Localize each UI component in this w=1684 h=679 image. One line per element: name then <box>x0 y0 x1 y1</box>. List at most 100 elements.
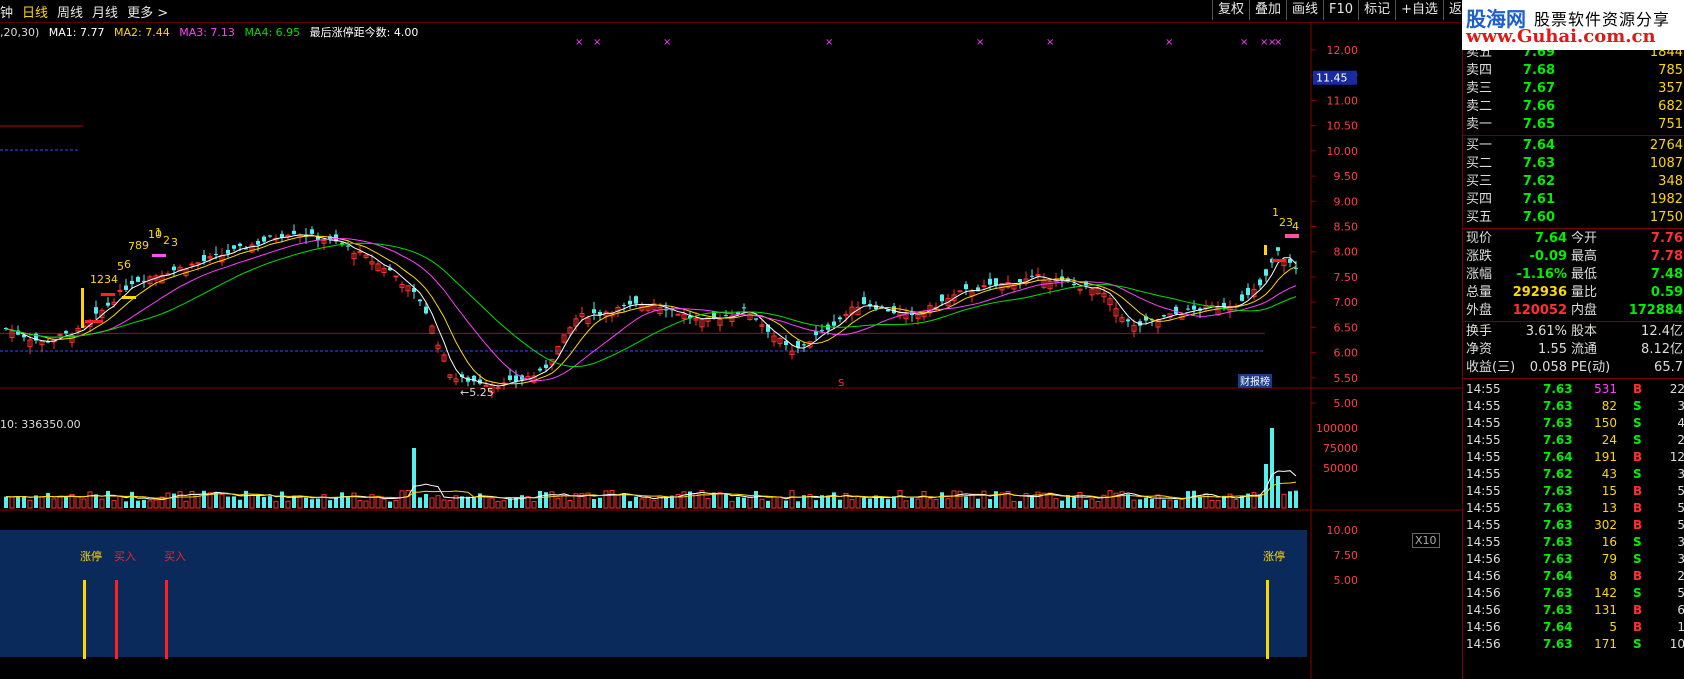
tick-row[interactable]: 14:55 7.63 150 S 4 <box>1463 414 1684 432</box>
tick-price: 7.63 <box>1543 433 1573 447</box>
count-label: 2 <box>1279 216 1286 229</box>
tick-row[interactable]: 14:56 7.64 8 B 2 <box>1463 567 1684 585</box>
tick-row[interactable]: 14:55 7.63 24 S 2 <box>1463 431 1684 449</box>
candle-body <box>538 368 542 371</box>
ask-row[interactable]: 卖一 7.65 751 <box>1463 116 1684 134</box>
tick-row[interactable]: 14:55 7.64 191 B 12 <box>1463 448 1684 466</box>
volume-bar <box>766 500 770 508</box>
volume-bar <box>1215 499 1221 509</box>
fundamental-row[interactable]: 换手 3.61% 股本 12.4亿 <box>1463 323 1684 341</box>
ask-row[interactable]: 卖五 7.69 1844 <box>1463 50 1684 62</box>
volume-bar <box>268 496 272 508</box>
period-tab-1[interactable]: 日线 <box>22 2 48 21</box>
candle-body <box>892 306 896 314</box>
bid-label: 买五 <box>1466 210 1493 225</box>
quote-value: 7.48 <box>1650 267 1683 282</box>
tick-side: B <box>1633 518 1643 532</box>
toolbar-button-3[interactable]: F10 <box>1323 0 1358 20</box>
bid-row[interactable]: 买二 7.63 1087 <box>1463 155 1684 173</box>
volume-bar <box>1209 499 1215 509</box>
bid-row[interactable]: 买一 7.64 2764 <box>1463 137 1684 155</box>
volume-bar <box>838 499 842 508</box>
volume-bar <box>754 491 758 508</box>
tick-row[interactable]: 14:56 7.63 131 B 6 <box>1463 601 1684 619</box>
volume-bar <box>921 490 927 509</box>
tick-row[interactable]: 14:55 7.63 531 B 22 <box>1463 380 1684 398</box>
tick-time: 14:55 <box>1466 467 1501 481</box>
volume-bar <box>147 500 153 509</box>
tick-row[interactable]: 14:55 7.63 82 S 3 <box>1463 397 1684 415</box>
period-tab-0[interactable]: 钟 <box>0 2 13 21</box>
signal-bar <box>1266 580 1269 659</box>
quote-row[interactable]: 总量 292936 量比 0.59 <box>1463 284 1684 302</box>
ask-row[interactable]: 卖三 7.67 357 <box>1463 80 1684 98</box>
price-axis-label: 10.00 <box>1327 145 1359 158</box>
tick-row[interactable]: 14:55 7.63 15 B 5 <box>1463 482 1684 500</box>
ask-row[interactable]: 卖四 7.68 785 <box>1463 62 1684 80</box>
quote-row[interactable]: 现价 7.64 今开 7.76 <box>1463 230 1684 248</box>
indicator-pane <box>0 530 1307 657</box>
quote-value: 7.64 <box>1534 231 1567 246</box>
bid-row[interactable]: 买四 7.61 1982 <box>1463 191 1684 209</box>
tick-row[interactable]: 14:56 7.63 171 S 10 <box>1463 635 1684 653</box>
tick-side: B <box>1633 569 1643 583</box>
toolbar-button-1[interactable]: 叠加 <box>1249 0 1286 20</box>
bid-label: 买一 <box>1466 138 1493 153</box>
tick-row[interactable]: 14:55 7.62 43 S 3 <box>1463 465 1684 483</box>
tick-time: 14:55 <box>1466 382 1501 396</box>
count-label: 6 <box>124 258 131 271</box>
candle-body <box>1192 305 1196 310</box>
toolbar-button-2[interactable]: 画线 <box>1286 0 1323 20</box>
tick-row[interactable]: 14:56 7.64 5 B 1 <box>1463 618 1684 636</box>
candle-body <box>1240 294 1244 301</box>
ask-label: 卖五 <box>1466 50 1493 60</box>
volume-bar <box>915 498 921 509</box>
tick-row[interactable]: 14:55 7.63 13 B 5 <box>1463 499 1684 517</box>
quote-row[interactable]: 涨幅 -1.16% 最低 7.48 <box>1463 266 1684 284</box>
tick-row[interactable]: 14:56 7.63 79 S 3 <box>1463 550 1684 568</box>
toolbar-button-5[interactable]: +自选 <box>1395 0 1443 20</box>
volume-bar <box>142 499 146 508</box>
tick-volume: 16 <box>1601 535 1617 549</box>
volume-bar <box>796 501 800 508</box>
tick-row[interactable]: 14:55 7.63 16 S 3 <box>1463 533 1684 551</box>
quote-row[interactable]: 涨跌 -0.09 最高 7.78 <box>1463 248 1684 266</box>
volume-bar <box>1095 501 1101 509</box>
marker <box>152 254 166 257</box>
candle-body <box>820 330 824 332</box>
volume-bar <box>988 499 992 508</box>
toolbar-button-4[interactable]: 标记 <box>1358 0 1395 20</box>
fundamental-row[interactable]: 净资 1.55 流通 8.12亿 <box>1463 341 1684 359</box>
quote-row[interactable]: 外盘 120052 内盘 172884 <box>1463 302 1684 320</box>
bid-price: 7.63 <box>1522 156 1555 171</box>
tick-time: 14:55 <box>1466 518 1501 532</box>
tick-row[interactable]: 14:55 7.63 302 B 5 <box>1463 516 1684 534</box>
marker <box>1285 234 1299 238</box>
tick-price: 7.64 <box>1543 450 1573 464</box>
toolbar-button-0[interactable]: 复权 <box>1212 0 1249 20</box>
bid-row[interactable]: 买五 7.60 1750 <box>1463 209 1684 227</box>
period-tab-4[interactable]: 更多 > <box>127 2 168 21</box>
signal-label: 买入 <box>114 550 136 563</box>
ask-row[interactable]: 卖二 7.66 682 <box>1463 98 1684 116</box>
kline-chart[interactable]: 12.0011.5011.0010.5010.009.509.008.508.0… <box>0 22 1462 679</box>
bid-row[interactable]: 买三 7.62 348 <box>1463 173 1684 191</box>
tick-row[interactable]: 14:56 7.63 142 S 5 <box>1463 584 1684 602</box>
tick-count: 3 <box>1677 550 1684 568</box>
fundamental-value: 12.4亿 <box>1641 324 1683 339</box>
volume-bar <box>429 497 435 509</box>
period-tab-3[interactable]: 月线 <box>92 2 118 21</box>
volume-bar <box>1288 491 1292 508</box>
volume-bar <box>1294 490 1298 508</box>
candle-body <box>424 306 428 314</box>
fundamental-row[interactable]: 收益(三) 0.058 PE(动) 65.7 <box>1463 359 1684 377</box>
chart-toolbar: 钟日线周线月线更多 > 复权叠加画线F10标记+自选返回 <box>0 0 1684 23</box>
quote-label: 现价 <box>1466 231 1493 246</box>
tick-count: 6 <box>1677 601 1684 619</box>
volume-bar <box>117 495 123 509</box>
period-tab-2[interactable]: 周线 <box>57 2 83 21</box>
volume-bar <box>4 496 8 508</box>
quote-label: 涨跌 <box>1466 249 1493 264</box>
volume-bar <box>262 496 266 508</box>
volume-bar <box>615 494 621 509</box>
